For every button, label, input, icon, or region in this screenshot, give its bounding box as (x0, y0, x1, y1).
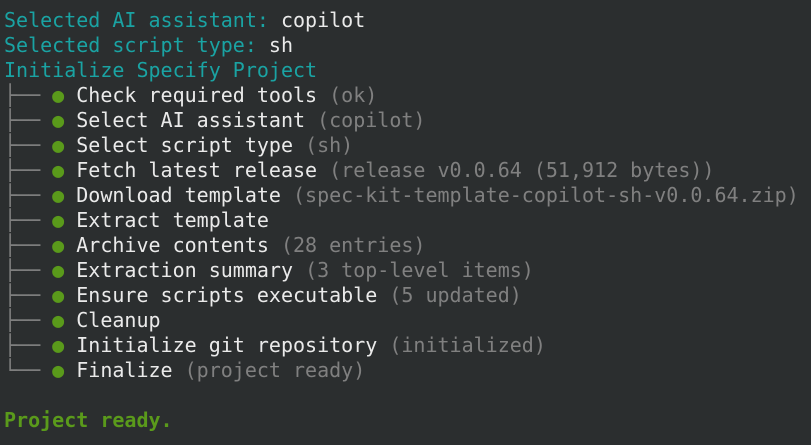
tree-branch-icon: ├── (4, 183, 41, 207)
step-detail: (5 updated) (389, 283, 522, 307)
step-detail: (spec-kit-template-copilot-sh-v0.0.64.zi… (293, 183, 799, 207)
tree-branch-icon: ├── (4, 133, 41, 157)
step-detail: (28 entries) (280, 233, 426, 257)
tree-branch-icon: ├── (4, 108, 41, 132)
step-detail: (3 top-level items) (305, 258, 534, 282)
step-label: Check required tools (76, 83, 318, 107)
status-dot-icon: ● (52, 158, 65, 182)
step-item: └── ● Finalize (project ready) (4, 358, 811, 383)
assistant-line: Selected AI assistant: copilot (4, 8, 811, 33)
step-label: Extract template (76, 208, 269, 232)
step-item: ├── ● Fetch latest release (release v0.0… (4, 158, 811, 183)
status-dot-icon: ● (52, 233, 65, 257)
assistant-label: Selected AI assistant: (4, 8, 269, 32)
step-label: Select AI assistant (76, 108, 306, 132)
step-label: Cleanup (76, 308, 161, 332)
step-detail: (release v0.0.64 (51,912 bytes)) (329, 158, 715, 182)
tree-branch-icon: ├── (4, 83, 41, 107)
status-dot-icon: ● (52, 183, 65, 207)
step-item: ├── ● Check required tools (ok) (4, 83, 811, 108)
project-title: Initialize Specify Project (4, 58, 318, 82)
status-dot-icon: ● (52, 333, 65, 357)
step-label: Fetch latest release (76, 158, 318, 182)
assistant-value: copilot (280, 8, 366, 32)
step-label: Ensure scripts executable (76, 283, 378, 307)
step-detail: (copilot) (317, 108, 426, 132)
step-detail: (ok) (329, 83, 378, 107)
step-detail: (sh) (305, 133, 354, 157)
step-detail: (project ready) (184, 358, 366, 382)
tree-branch-icon: ├── (4, 308, 41, 332)
status-dot-icon: ● (52, 208, 65, 232)
step-item: ├── ● Initialize git repository (initial… (4, 333, 811, 358)
step-label: Download template (76, 183, 281, 207)
tree-branch-icon: ├── (4, 333, 41, 357)
tree-branch-icon: ├── (4, 208, 41, 232)
script-type-value: sh (268, 33, 294, 57)
step-label: Select script type (76, 133, 294, 157)
status-dot-icon: ● (52, 358, 65, 382)
step-list: ├── ● Check required tools (ok) ├── ● Sel… (4, 83, 811, 383)
script-type-label: Selected script type: (4, 33, 257, 57)
step-item: ├── ● Archive contents (28 entries) (4, 233, 811, 258)
step-label: Initialize git repository (76, 333, 378, 357)
tree-branch-icon: ├── (4, 158, 41, 182)
step-detail: (initialized) (389, 333, 546, 357)
step-label: Finalize (76, 358, 173, 382)
status-dot-icon: ● (52, 133, 65, 157)
status-message: Project ready. (4, 408, 173, 432)
tree-branch-icon: └── (4, 358, 41, 382)
status-dot-icon: ● (52, 83, 65, 107)
script-type-line: Selected script type: sh (4, 33, 811, 58)
step-item: ├── ● Select script type (sh) (4, 133, 811, 158)
step-item: ├── ● Download template (spec-kit-templa… (4, 183, 811, 208)
terminal-window[interactable]: Selected AI assistant: copilot Selected … (0, 0, 811, 445)
step-label: Extraction summary (76, 258, 294, 282)
step-label: Archive contents (76, 233, 269, 257)
tree-branch-icon: ├── (4, 258, 41, 282)
step-item: ├── ● Ensure scripts executable (5 updat… (4, 283, 811, 308)
status-dot-icon: ● (52, 283, 65, 307)
tree-branch-icon: ├── (4, 233, 41, 257)
tree-branch-icon: ├── (4, 283, 41, 307)
step-item: ├── ● Select AI assistant (copilot) (4, 108, 811, 133)
status-dot-icon: ● (52, 108, 65, 132)
step-item: ├── ● Extraction summary (3 top-level it… (4, 258, 811, 283)
status-dot-icon: ● (52, 308, 65, 332)
status-dot-icon: ● (52, 258, 65, 282)
step-item: ├── ● Cleanup (4, 308, 811, 333)
step-item: ├── ● Extract template (4, 208, 811, 233)
